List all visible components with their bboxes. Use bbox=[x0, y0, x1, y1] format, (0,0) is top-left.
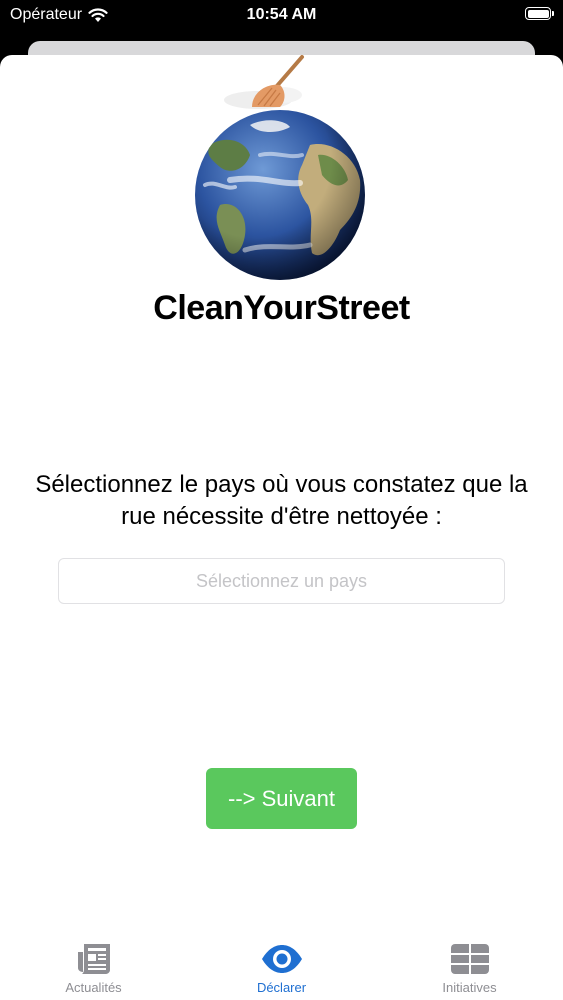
status-time: 10:54 AM bbox=[246, 6, 317, 23]
status-bar: Opérateur 10:54 AM bbox=[0, 0, 563, 40]
earth-broom-logo bbox=[195, 55, 365, 280]
tab-label-initiatives: Initiatives bbox=[442, 980, 497, 995]
next-button[interactable]: --> Suivant bbox=[206, 768, 357, 829]
tab-bar: Actualités Déclarer Initiatives bbox=[0, 938, 563, 1000]
country-prompt: Sélectionnez le pays où vous constatez q… bbox=[35, 471, 528, 530]
grid-icon bbox=[450, 944, 489, 974]
app-title: CleanYourStreet bbox=[153, 289, 410, 327]
tab-initiatives[interactable]: Initiatives bbox=[376, 938, 563, 1000]
declare-sheet: CleanYourStreet Sélectionnez le pays où … bbox=[0, 55, 563, 1000]
tab-label-declarer: Déclarer bbox=[256, 980, 307, 995]
country-select-field[interactable] bbox=[58, 558, 505, 604]
tab-actualites[interactable]: Actualités bbox=[0, 938, 187, 1000]
battery-icon bbox=[525, 7, 554, 20]
tab-label-actualites: Actualités bbox=[65, 980, 122, 995]
newspaper-icon bbox=[77, 944, 110, 974]
eye-icon bbox=[261, 945, 302, 973]
tab-declarer[interactable]: Déclarer bbox=[188, 938, 375, 1000]
